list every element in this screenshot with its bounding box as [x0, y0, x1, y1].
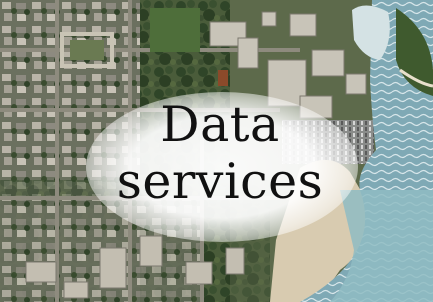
title-line-2: services [116, 153, 324, 210]
banner-title: Data services [70, 96, 370, 210]
banner: Data services [0, 0, 433, 302]
title-line-1: Data [160, 96, 280, 153]
